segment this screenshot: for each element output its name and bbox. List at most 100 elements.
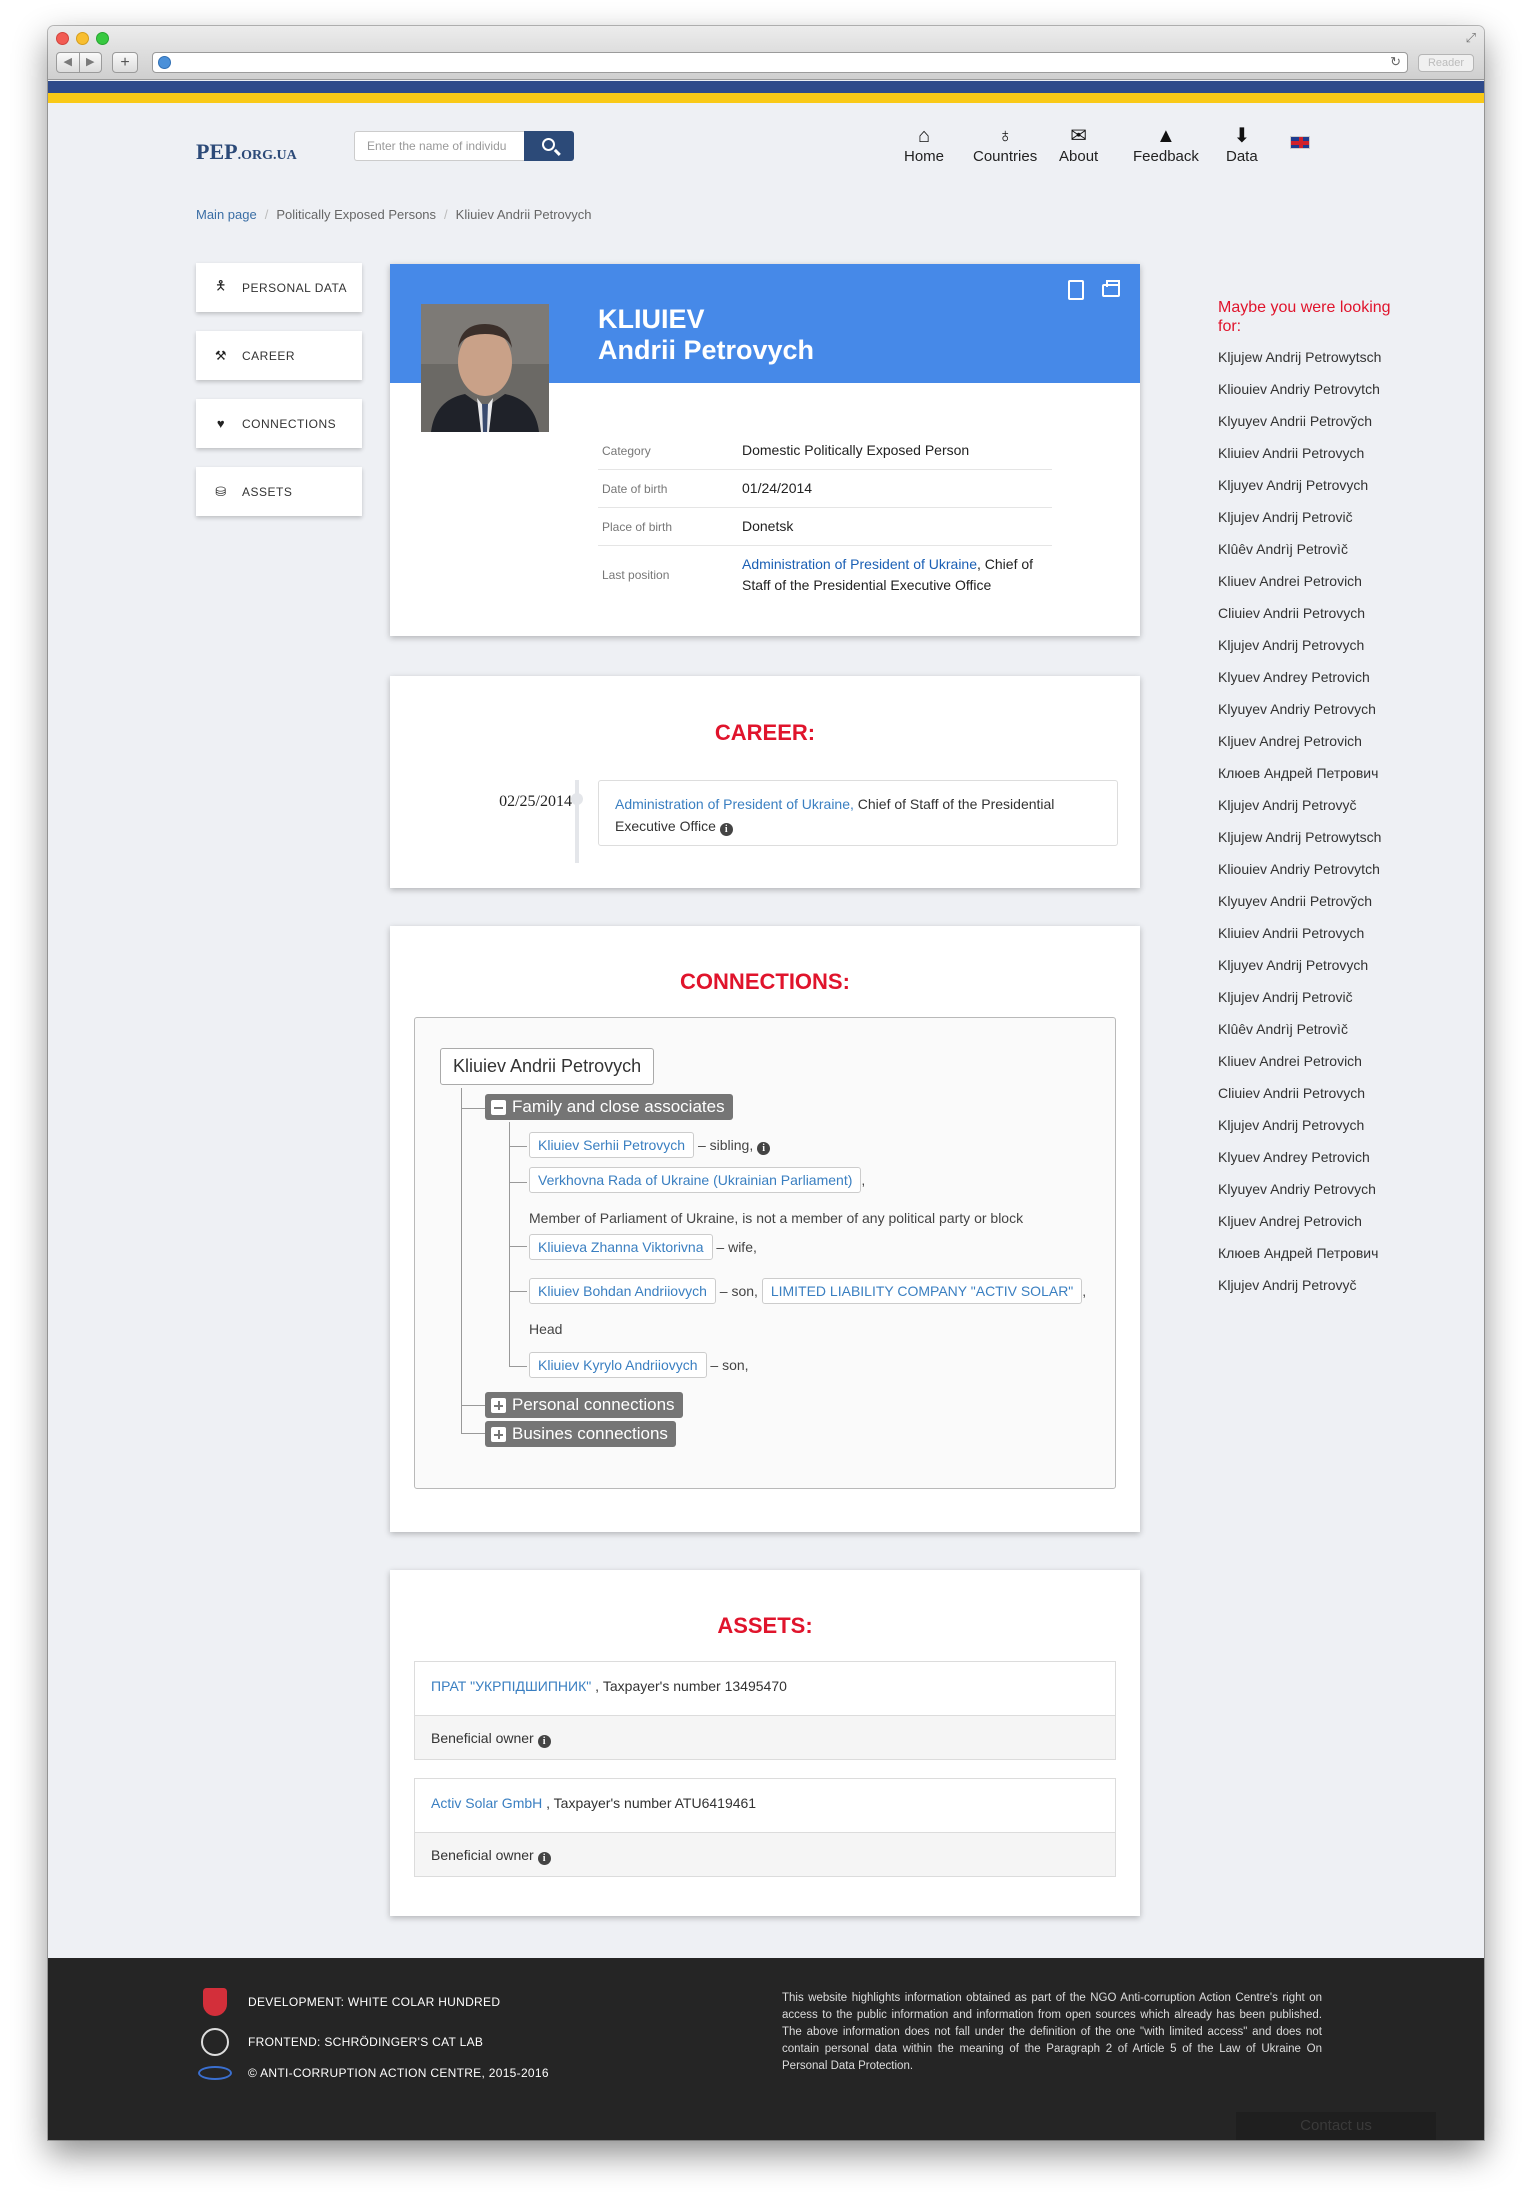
reload-icon[interactable]: ↻ xyxy=(1390,54,1401,70)
suggestions-list: Kljujew Andrij Petrowytsch Kliouiev Andri… xyxy=(1218,346,1398,1296)
add-tab-button[interactable]: + xyxy=(112,52,138,73)
suggestion-link[interactable]: Klyuyev Andriy Petrovych xyxy=(1218,1178,1398,1200)
info-row-dob: Date of birth 01/24/2014 xyxy=(598,469,1052,508)
asset-company-link[interactable]: Activ Solar GmbH xyxy=(431,1795,542,1811)
leftnav-connections[interactable]: ♥ CONNECTIONS xyxy=(196,399,362,448)
connection-person-link[interactable]: Kliuiev Serhii Petrovych xyxy=(529,1132,695,1158)
minimize-window-button[interactable] xyxy=(76,32,89,45)
suggestion-link[interactable]: Cliuiev Andrii Petrovych xyxy=(1218,1082,1398,1104)
suggestion-link[interactable]: Klûêv Andrìj Petrovìč xyxy=(1218,538,1398,560)
suggestion-link[interactable]: Клюев Андрей Петрович xyxy=(1218,762,1398,784)
suggestion-link[interactable]: Klyuev Andrey Petrovich xyxy=(1218,1146,1398,1168)
tree-root-node: Kliuiev Andrii Petrovych xyxy=(440,1048,655,1085)
suggestion-link[interactable]: Kliuiev Andrii Petrovych xyxy=(1218,922,1398,944)
connection-person-link[interactable]: Kliuiev Bohdan Andriiovych xyxy=(529,1278,716,1304)
flag-stripe-yellow xyxy=(48,93,1484,103)
connection-separator: , xyxy=(1082,1283,1087,1299)
breadcrumb-pep[interactable]: Politically Exposed Persons xyxy=(276,207,436,222)
info-icon[interactable]: i xyxy=(537,1735,551,1748)
suggestion-link[interactable]: Kljuev Andrej Petrovich xyxy=(1218,730,1398,752)
suggestion-link[interactable]: Kljuyev Andrij Petrovych xyxy=(1218,474,1398,496)
connection-sibling: Kliuiev Serhii Petrovych – sibling, i xyxy=(529,1132,771,1158)
group-personal-toggle[interactable]: Personal connections xyxy=(485,1392,683,1418)
assets-title: ASSETS: xyxy=(717,1613,813,1638)
group-family-toggle[interactable]: Family and close associates xyxy=(485,1094,733,1120)
search-input[interactable]: Enter the name of individu xyxy=(354,131,524,161)
history-buttons: ◀ ▶ xyxy=(56,52,102,73)
search-button[interactable] xyxy=(524,131,574,161)
suggestion-link[interactable]: Kliouiev Andriy Petrovytch xyxy=(1218,378,1398,400)
connection-person-link[interactable]: Kliuiev Kyrylo Andriiovych xyxy=(529,1352,707,1378)
suggestion-link[interactable]: Cliuiev Andrii Petrovych xyxy=(1218,602,1398,624)
group-family-label: Family and close associates xyxy=(512,1097,725,1116)
suggestion-link[interactable]: Kliuev Andrei Petrovich xyxy=(1218,570,1398,592)
position-org-link[interactable]: Administration of President of Ukraine xyxy=(742,556,977,572)
asset-header: Activ Solar GmbH , Taxpayer's number ATU… xyxy=(415,1779,1115,1832)
nav-feedback[interactable]: ▲ Feedback xyxy=(1133,124,1199,165)
asset-role: Beneficial owner i xyxy=(415,1832,1115,1876)
shield-logo-icon xyxy=(203,1988,227,2016)
suggestion-link[interactable]: Kljujev Andrij Petrovyč xyxy=(1218,794,1398,816)
print-icon[interactable] xyxy=(1102,280,1120,297)
info-icon[interactable]: i xyxy=(719,823,733,836)
address-bar[interactable]: ↻ xyxy=(152,52,1408,73)
connection-org-link[interactable]: Verkhovna Rada of Ukraine (Ukrainian Par… xyxy=(529,1167,862,1193)
suggestion-link[interactable]: Klyuyev Andrіі Petrovy̌ch xyxy=(1218,410,1398,432)
suggestion-link[interactable]: Klûêv Andrìj Petrovìč xyxy=(1218,1018,1398,1040)
wrench-icon: ⚒ xyxy=(214,347,228,363)
connections-tree: Kliuiev Andrii Petrovych Family and clos… xyxy=(414,1017,1116,1489)
profile-photo xyxy=(421,304,549,432)
leftnav-assets[interactable]: ⛁ ASSETS xyxy=(196,467,362,516)
leftnav-personal-data[interactable]: 🯅 PERSONAL DATA xyxy=(196,263,362,312)
site-footer: DEVELOPMENT: WHITE COLAR HUNDRED FRONTEN… xyxy=(48,1958,1484,2140)
suggestion-link[interactable]: Kljujev Andrij Petrovič xyxy=(1218,986,1398,1008)
info-icon[interactable]: i xyxy=(757,1142,771,1155)
breadcrumb-main-page[interactable]: Main page xyxy=(196,207,257,222)
nav-home[interactable]: ⌂ Home xyxy=(904,124,944,165)
back-icon[interactable]: ◀ xyxy=(57,53,80,72)
leftnav-career[interactable]: ⚒ CAREER xyxy=(196,331,362,380)
nav-countries-label: Countries xyxy=(973,148,1038,165)
browser-window: ⤢ ◀ ▶ + ↻ Reader PEP.ORG.UA Enter the na… xyxy=(48,26,1484,2140)
info-row-position: Last position Administration of Presiden… xyxy=(598,546,1052,605)
position-value: Administration of President of Ukraine, … xyxy=(738,546,1052,605)
suggestion-link[interactable]: Klyuev Andrey Petrovich xyxy=(1218,666,1398,688)
connection-company-link[interactable]: LIMITED LIABILITY COMPANY "ACTIV SOLAR" xyxy=(761,1278,1083,1304)
connection-person-link[interactable]: Kliuieva Zhanna Viktorivna xyxy=(529,1234,713,1260)
pdf-icon[interactable] xyxy=(1068,280,1084,300)
career-org-link[interactable]: Administration of President of Ukraine, xyxy=(615,796,854,812)
suggestion-link[interactable]: Kljujew Andrij Petrowytsch xyxy=(1218,826,1398,848)
suggestion-link[interactable]: Kljujev Andrij Petrovych xyxy=(1218,634,1398,656)
site-logo[interactable]: PEP.ORG.UA xyxy=(196,139,297,165)
suggestion-link[interactable]: Klyuyev Andriy Petrovych xyxy=(1218,698,1398,720)
suggestion-link[interactable]: Klyuyev Andrіі Petrovy̌ch xyxy=(1218,890,1398,912)
zoom-window-button[interactable] xyxy=(96,32,109,45)
suggestion-link[interactable]: Kliouiev Andriy Petrovytch xyxy=(1218,858,1398,880)
asset-item: ПРАТ "УКРПІДШИПНИК" , Taxpayer's number … xyxy=(414,1661,1116,1760)
suggestion-link[interactable]: Kliuev Andrei Petrovich xyxy=(1218,1050,1398,1072)
footer-frontend-text: FRONTEND: SCHRÖDINGER'S CAT LAB xyxy=(248,2035,484,2049)
reader-button[interactable]: Reader xyxy=(1418,54,1474,72)
suggestion-link[interactable]: Kliuiev Andrii Petrovych xyxy=(1218,442,1398,464)
info-icon[interactable]: i xyxy=(537,1852,551,1865)
fullscreen-icon[interactable]: ⤢ xyxy=(1466,30,1476,46)
search-icon xyxy=(542,138,555,151)
nav-countries[interactable]: ♁ Countries xyxy=(973,124,1037,165)
nav-data[interactable]: ⬇ Data xyxy=(1226,124,1258,165)
suggestion-link[interactable]: Kljujev Andrij Petrovič xyxy=(1218,506,1398,528)
nav-about[interactable]: ✉ About xyxy=(1059,124,1098,165)
suggestion-link[interactable]: Kljujev Andrij Petrovych xyxy=(1218,1114,1398,1136)
forward-icon[interactable]: ▶ xyxy=(80,53,102,72)
suggestion-link[interactable]: Клюев Андрей Петрович xyxy=(1218,1242,1398,1264)
suggestion-link[interactable]: Kljujew Andrij Petrowytsch xyxy=(1218,346,1398,368)
asset-company-link[interactable]: ПРАТ "УКРПІДШИПНИК" xyxy=(431,1678,591,1694)
browser-toolbar: ⤢ ◀ ▶ + ↻ Reader xyxy=(48,26,1484,80)
contact-us-button[interactable]: Contact us xyxy=(1236,2112,1436,2140)
assets-card: ASSETS: ПРАТ "УКРПІДШИПНИК" , Taxpayer's… xyxy=(390,1570,1140,1916)
language-uk-flag-icon[interactable] xyxy=(1290,136,1310,149)
close-window-button[interactable] xyxy=(56,32,69,45)
suggestion-link[interactable]: Kljujev Andrij Petrovyč xyxy=(1218,1274,1398,1296)
suggestion-link[interactable]: Kljuyev Andrij Petrovych xyxy=(1218,954,1398,976)
group-business-toggle[interactable]: Busines connections xyxy=(485,1421,676,1447)
suggestion-link[interactable]: Kljuev Andrej Petrovich xyxy=(1218,1210,1398,1232)
